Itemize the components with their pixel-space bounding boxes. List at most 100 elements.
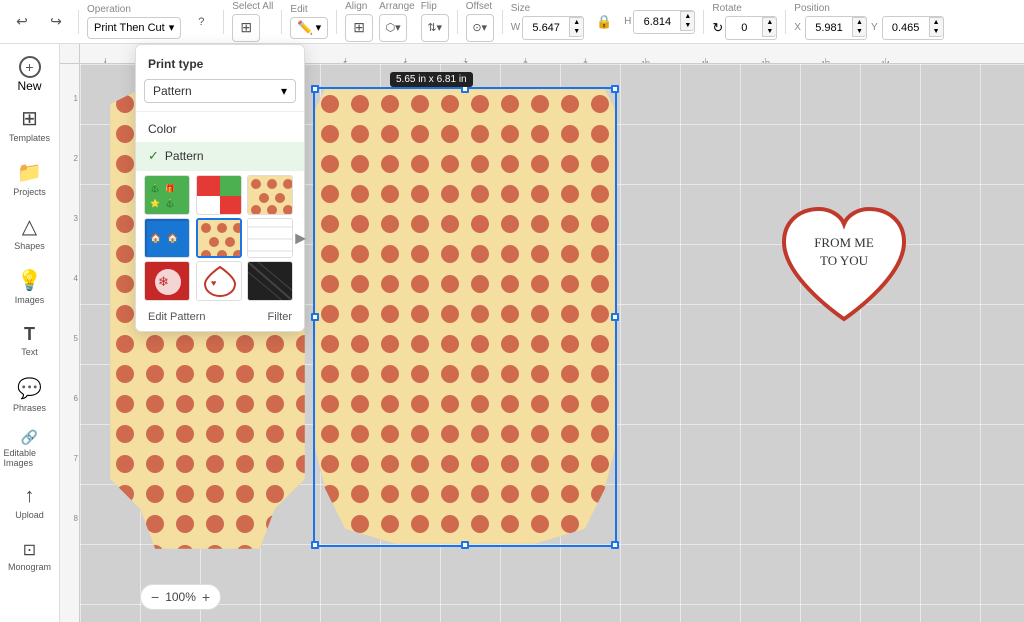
- ruler-h-tick-1: 1: [105, 58, 106, 63]
- select-all-label: Select All: [232, 2, 273, 12]
- rotate-section: Rotate ↻ ▲ ▼: [712, 4, 777, 40]
- sidebar-item-shapes[interactable]: △ Shapes: [4, 206, 56, 258]
- operation-section: Operation Print Then Cut ▾: [87, 5, 181, 39]
- pattern-thumb-1[interactable]: 🎄 🎁 ⭐ 🎄: [144, 175, 190, 215]
- sidebar-item-new[interactable]: + New: [4, 52, 56, 96]
- pos-x-down[interactable]: ▼: [852, 27, 866, 37]
- ruler-v-1: 1: [74, 94, 78, 103]
- ruler-v-8: 8: [74, 514, 78, 523]
- question-button[interactable]: ?: [187, 8, 215, 36]
- pos-x-label: X: [794, 22, 801, 33]
- ruler-v-3: 3: [74, 214, 78, 223]
- pos-y-input[interactable]: [883, 17, 929, 39]
- offset-label: Offset: [466, 2, 493, 12]
- arrange-button[interactable]: ⬡▾: [379, 14, 407, 42]
- height-input[interactable]: [634, 11, 680, 33]
- pattern-footer: Edit Pattern Filter: [136, 305, 304, 323]
- lock-button[interactable]: 🔒: [590, 8, 618, 36]
- patterns-scroll-button[interactable]: ▶: [295, 230, 306, 247]
- height-label: H: [624, 16, 631, 27]
- print-type-chevron: ▾: [281, 84, 287, 98]
- svg-text:🎄: 🎄: [150, 183, 160, 193]
- operation-chevron: ▾: [169, 21, 175, 34]
- images-label: Images: [15, 295, 45, 305]
- pattern-thumb-4[interactable]: 🏠 🏠: [144, 218, 190, 258]
- heart-element[interactable]: FROM ME TO YOU: [774, 204, 914, 334]
- edit-dropdown[interactable]: ✏️ ▾: [290, 17, 328, 39]
- color-option-label: Color: [148, 122, 177, 136]
- offset-button[interactable]: ⊙▾: [466, 14, 494, 42]
- pattern-thumb-8[interactable]: ♥: [196, 261, 242, 301]
- divider-5: [457, 10, 458, 34]
- color-option[interactable]: Color: [136, 116, 304, 142]
- svg-text:🏠: 🏠: [167, 233, 178, 243]
- align-section: Align ⊞: [345, 2, 373, 42]
- pattern-thumb-5[interactable]: [196, 218, 242, 258]
- height-up[interactable]: ▲: [680, 11, 694, 21]
- check-icon: ✓: [148, 148, 159, 164]
- sidebar-item-phrases[interactable]: 💬 Phrases: [4, 368, 56, 420]
- sidebar-item-projects[interactable]: 📁 Projects: [4, 152, 56, 204]
- height-down[interactable]: ▼: [680, 21, 694, 31]
- sidebar-item-editable-images[interactable]: 🔗 Editable Images: [4, 422, 56, 474]
- arrange-section: Arrange ⬡▾: [379, 2, 415, 42]
- phrases-icon: 💬: [17, 376, 42, 401]
- zoom-in-button[interactable]: +: [202, 589, 210, 605]
- pos-y-down[interactable]: ▼: [929, 27, 943, 37]
- sidebar-item-upload[interactable]: ↑ Upload: [4, 476, 56, 528]
- pattern-thumb-9[interactable]: [247, 261, 293, 301]
- pattern-thumb-6[interactable]: [247, 218, 293, 258]
- panel-divider-2: [136, 170, 304, 171]
- heart-line2: TO YOU: [774, 252, 914, 270]
- zoom-out-button[interactable]: −: [151, 589, 159, 605]
- rotate-down[interactable]: ▼: [762, 27, 776, 37]
- redo-button[interactable]: ↪: [42, 8, 70, 36]
- flip-section: Flip ⇅▾: [421, 2, 449, 42]
- filter-button[interactable]: Filter: [268, 311, 292, 323]
- edit-label: Edit: [290, 5, 307, 15]
- flip-button[interactable]: ⇅▾: [421, 14, 449, 42]
- sidebar-item-text[interactable]: T Text: [4, 314, 56, 366]
- width-input[interactable]: [523, 17, 569, 39]
- print-type-select[interactable]: Pattern ▾: [144, 79, 296, 103]
- width-up[interactable]: ▲: [569, 17, 583, 27]
- operation-dropdown[interactable]: Print Then Cut ▾: [87, 17, 181, 39]
- rotate-input[interactable]: [726, 17, 762, 39]
- rotate-up[interactable]: ▲: [762, 17, 776, 27]
- pos-y-up[interactable]: ▲: [929, 17, 943, 27]
- pattern-thumb-7[interactable]: ❄: [144, 261, 190, 301]
- divider-6: [502, 10, 503, 34]
- pos-x-input[interactable]: [806, 17, 852, 39]
- select-all-button[interactable]: ⊞: [232, 14, 260, 42]
- pattern-option[interactable]: ✓ Pattern: [136, 142, 304, 170]
- edit-pattern-button[interactable]: Edit Pattern: [148, 311, 205, 323]
- dimension-label: 5.65 in x 6.81 in: [390, 72, 473, 87]
- ruler-h-tick-13: 13: [825, 58, 826, 63]
- undo-button[interactable]: ↩: [8, 8, 36, 36]
- projects-icon: 📁: [17, 160, 42, 185]
- sidebar-item-images[interactable]: 💡 Images: [4, 260, 56, 312]
- editable-images-icon: 🔗: [21, 429, 38, 446]
- pos-x-up[interactable]: ▲: [852, 17, 866, 27]
- edit-section: Edit ✏️ ▾: [290, 5, 328, 39]
- svg-text:🎄: 🎄: [165, 198, 175, 208]
- box-right-shape: [315, 89, 615, 544]
- divider-3: [281, 10, 282, 34]
- ruler-v-7: 7: [74, 454, 78, 463]
- height-spinner: ▲ ▼: [680, 11, 694, 33]
- upload-label: Upload: [15, 510, 44, 520]
- templates-icon: ⊞: [21, 106, 38, 131]
- pattern-grid: 🎄 🎁 ⭐ 🎄: [144, 175, 296, 301]
- sidebar-item-monogram[interactable]: ⊡ Monogram: [4, 530, 56, 582]
- align-button[interactable]: ⊞: [345, 14, 373, 42]
- pattern-thumb-3[interactable]: [247, 175, 293, 215]
- divider-4: [336, 10, 337, 34]
- width-spinner: ▲ ▼: [569, 17, 583, 39]
- width-down[interactable]: ▼: [569, 27, 583, 37]
- pattern-thumb-2[interactable]: [196, 175, 242, 215]
- sidebar-item-templates[interactable]: ⊞ Templates: [4, 98, 56, 150]
- ruler-h-tick-8: 8: [525, 58, 526, 63]
- templates-label: Templates: [9, 133, 50, 143]
- height-field: H ▲ ▼: [624, 10, 695, 34]
- arrange-label: Arrange: [379, 2, 415, 12]
